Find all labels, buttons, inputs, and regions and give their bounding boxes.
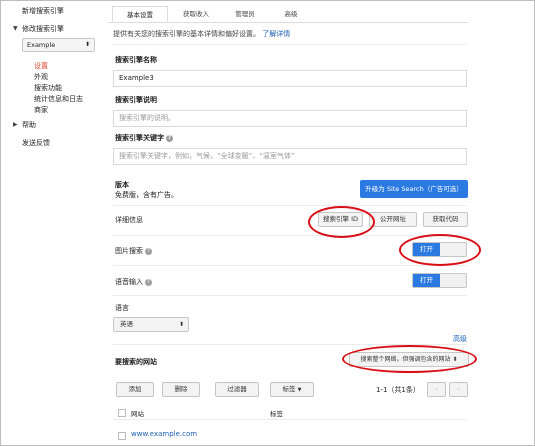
tab-bar: 基本设置 获取收入 管理员 高级: [108, 6, 468, 23]
sidebar: 新增搜索引擎 ▼ 修改搜索引擎 Example ⬍ 设置 外观 搜索功能 统计信…: [0, 0, 108, 446]
tab-advanced[interactable]: 高级: [270, 6, 312, 22]
image-search-label-text: 图片搜索: [115, 247, 143, 255]
delete-button[interactable]: 删除: [162, 382, 200, 397]
details-label: 详细信息: [115, 216, 143, 224]
sidebar-item-stats-logs[interactable]: 统计信息和日志: [34, 94, 83, 104]
divider: [113, 265, 467, 266]
select-all-checkbox[interactable]: [118, 409, 126, 417]
sidebar-item-settings[interactable]: 设置: [34, 61, 48, 71]
public-url-button[interactable]: 公开网址: [369, 212, 417, 227]
add-button[interactable]: 添加: [116, 382, 154, 397]
intro-description: 提供有关您的搜索引擎的基本详情和偏好设置。: [113, 30, 260, 38]
engine-id-button[interactable]: 搜索引擎 ID: [318, 212, 363, 227]
column-site: 网站: [131, 410, 144, 418]
help-icon[interactable]: ?: [166, 134, 173, 142]
sites-scope-value: 搜索整个网络，但强调包含的网站: [360, 356, 451, 363]
voice-input-toggle-on: 打开: [413, 274, 440, 287]
edition-value: 免费版，含有广告。: [115, 191, 178, 199]
tab-admins[interactable]: 管理员: [224, 6, 266, 22]
sidebar-item-appearance[interactable]: 外观: [34, 72, 48, 82]
name-label: 搜索引擎名称: [115, 56, 157, 64]
chevron-updown-icon: ⬍: [178, 321, 184, 328]
site-link[interactable]: www.example.com: [131, 430, 197, 438]
tab-revenue[interactable]: 获取收入: [170, 6, 222, 22]
row-checkbox[interactable]: [118, 432, 126, 440]
sidebar-help[interactable]: 帮助: [22, 120, 36, 130]
advanced-link[interactable]: 高级: [453, 334, 467, 344]
divider: [113, 205, 467, 206]
image-search-toggle-on: 打开: [413, 243, 440, 256]
engine-select[interactable]: Example ⬍: [22, 38, 95, 52]
language-label: 语言: [115, 304, 129, 312]
image-search-label: 图片搜索?: [115, 246, 152, 256]
voice-input-toggle[interactable]: 打开: [412, 273, 467, 288]
tab-basic-settings[interactable]: 基本设置: [112, 6, 168, 22]
language-select[interactable]: 英语 ⬍: [113, 317, 189, 332]
chevron-updown-icon: ⬍: [84, 41, 90, 48]
learn-more-link[interactable]: 了解详情: [262, 30, 290, 38]
engine-select-value: Example: [27, 41, 56, 49]
voice-input-label-text: 语音输入: [115, 278, 143, 286]
divider: [113, 419, 467, 420]
filter-button[interactable]: 过滤器: [215, 382, 259, 397]
help-icon[interactable]: ?: [145, 247, 152, 255]
expand-down-icon[interactable]: ▼: [13, 25, 18, 32]
voice-input-label: 语音输入?: [115, 277, 152, 287]
engine-name-input[interactable]: Example3: [113, 70, 467, 87]
sidebar-item-search-features[interactable]: 搜索功能: [34, 83, 62, 93]
sidebar-new-engine[interactable]: 新增搜索引擎: [22, 6, 64, 16]
keywords-label: 搜索引擎关键字?: [115, 133, 173, 143]
sidebar-feedback[interactable]: 发送反馈: [22, 138, 50, 148]
labels-button[interactable]: 标签 ▼: [270, 382, 314, 397]
divider: [113, 44, 467, 45]
image-search-toggle[interactable]: 打开: [412, 242, 467, 257]
chevron-left-icon: ‹: [435, 385, 438, 393]
engine-keywords-input[interactable]: 搜索引擎关键字，例如，气候，“全球变暖”，“温室气体”: [113, 148, 467, 165]
labels-button-text: 标签: [282, 385, 296, 393]
sites-scope-select[interactable]: 搜索整个网络，但强调包含的网站 ⬍: [349, 352, 469, 367]
next-page-button[interactable]: ›: [449, 382, 468, 397]
get-code-button[interactable]: 获取代码: [423, 212, 468, 227]
column-label: 标签: [270, 410, 283, 418]
language-select-value: 英语: [120, 320, 133, 328]
help-icon[interactable]: ?: [145, 278, 152, 286]
divider: [113, 295, 467, 296]
edition-label: 版本: [115, 181, 129, 189]
sidebar-edit-engine[interactable]: 修改搜索引擎: [22, 24, 64, 34]
keywords-label-text: 搜索引擎关键字: [115, 134, 164, 142]
expand-right-icon[interactable]: ▶: [13, 121, 18, 128]
divider: [113, 344, 467, 345]
description-label: 搜索引擎说明: [115, 96, 157, 104]
sidebar-item-business[interactable]: 商家: [34, 105, 48, 115]
engine-description-input[interactable]: 搜索引擎的说明。: [113, 110, 467, 127]
pagination-text: 1-1（共1条）: [376, 386, 420, 394]
intro-text: 提供有关您的搜索引擎的基本详情和偏好设置。 了解详情: [113, 29, 290, 39]
chevron-right-icon: ›: [457, 385, 460, 393]
divider: [113, 235, 467, 236]
dropdown-arrow-icon: ▼: [297, 387, 302, 393]
chevron-updown-icon: ⬍: [452, 356, 458, 363]
prev-page-button[interactable]: ‹: [427, 382, 446, 397]
upgrade-site-search-button[interactable]: 升级为 Site Search（广告可选）: [360, 180, 468, 198]
sites-label: 要搜索的网站: [115, 358, 157, 366]
